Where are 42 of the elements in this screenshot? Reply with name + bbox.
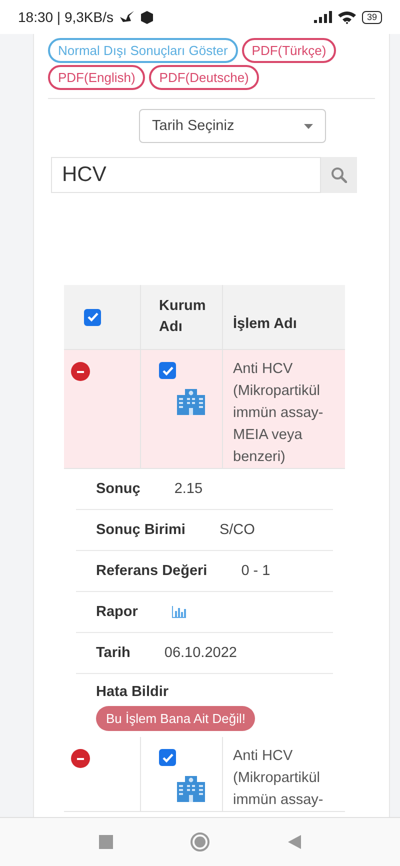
column-header: İşlem Adı — [233, 314, 297, 334]
signal-icon — [314, 11, 332, 23]
detail-label: Hata Bildir — [96, 684, 169, 700]
filter-button[interactable]: PDF(Deutsche) — [149, 65, 259, 90]
wifi-icon — [338, 10, 356, 24]
detail-label: Sonuç Birimi — [96, 522, 186, 538]
status-time: 18:30 | 9,3KB/s — [18, 9, 114, 25]
recents-icon[interactable] — [98, 835, 113, 849]
detail-value: S/CO — [219, 522, 255, 538]
battery-indicator: 39 — [362, 10, 382, 24]
not-mine-button[interactable]: Bu İşlem Bana Ait Değil! — [96, 706, 256, 731]
filter-button[interactable]: PDF(English) — [48, 65, 146, 90]
detail-value: 06.10.2022 — [164, 645, 237, 661]
detail-label: Sonuç — [96, 481, 140, 497]
hospital-building-icon — [177, 387, 205, 415]
check-icon — [86, 312, 98, 322]
procedure-name: Anti HCV (Mikropartikül immün assay- — [233, 747, 324, 810]
expand-toggle[interactable] — [71, 749, 90, 768]
caret-icon — [304, 124, 313, 128]
detail-label: Tarih — [96, 645, 130, 661]
home-icon[interactable] — [190, 832, 210, 852]
bar-chart-icon[interactable] — [172, 606, 186, 618]
back-icon[interactable] — [288, 835, 302, 849]
detail-label: Referans Değeri — [96, 563, 208, 579]
row-checkbox[interactable] — [159, 749, 176, 766]
column-header: Kurum Adı — [159, 297, 207, 337]
detail-label: Rapor — [96, 604, 138, 620]
filter-button[interactable]: Normal Dışı Sonuçları Göster — [48, 38, 238, 63]
select-all-checkbox[interactable] — [84, 308, 101, 326]
date-select[interactable]: Tarih Seçiniz — [139, 109, 326, 143]
procedure-name: Anti HCV (Mikropartikül immün assay-MEIA veya benzeri) — [233, 360, 324, 467]
search-button[interactable] — [321, 157, 357, 193]
filter-button[interactable]: PDF(Türkçe) — [242, 38, 336, 63]
row-checkbox[interactable] — [159, 362, 176, 379]
check-icon — [162, 752, 174, 762]
hospital-building-icon — [177, 774, 205, 802]
detail-value: 2.15 — [174, 481, 203, 497]
search-icon — [331, 167, 347, 183]
search-field[interactable]: HCV — [51, 157, 321, 193]
detail-value: 0 - 1 — [241, 563, 270, 579]
expand-toggle[interactable] — [71, 362, 90, 381]
check-icon — [162, 366, 174, 376]
